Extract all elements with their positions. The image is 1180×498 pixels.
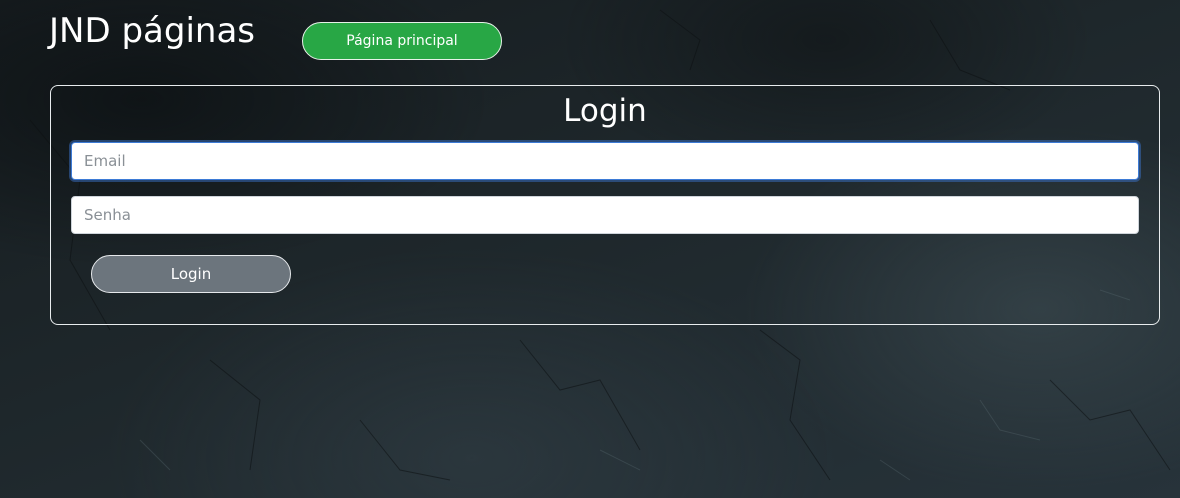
- password-field[interactable]: [71, 196, 1139, 234]
- login-submit-button[interactable]: Login: [91, 255, 291, 293]
- login-heading: Login: [563, 93, 647, 129]
- site-title: JND páginas: [49, 11, 255, 51]
- email-field[interactable]: [71, 142, 1139, 180]
- home-page-button[interactable]: Página principal: [302, 22, 502, 60]
